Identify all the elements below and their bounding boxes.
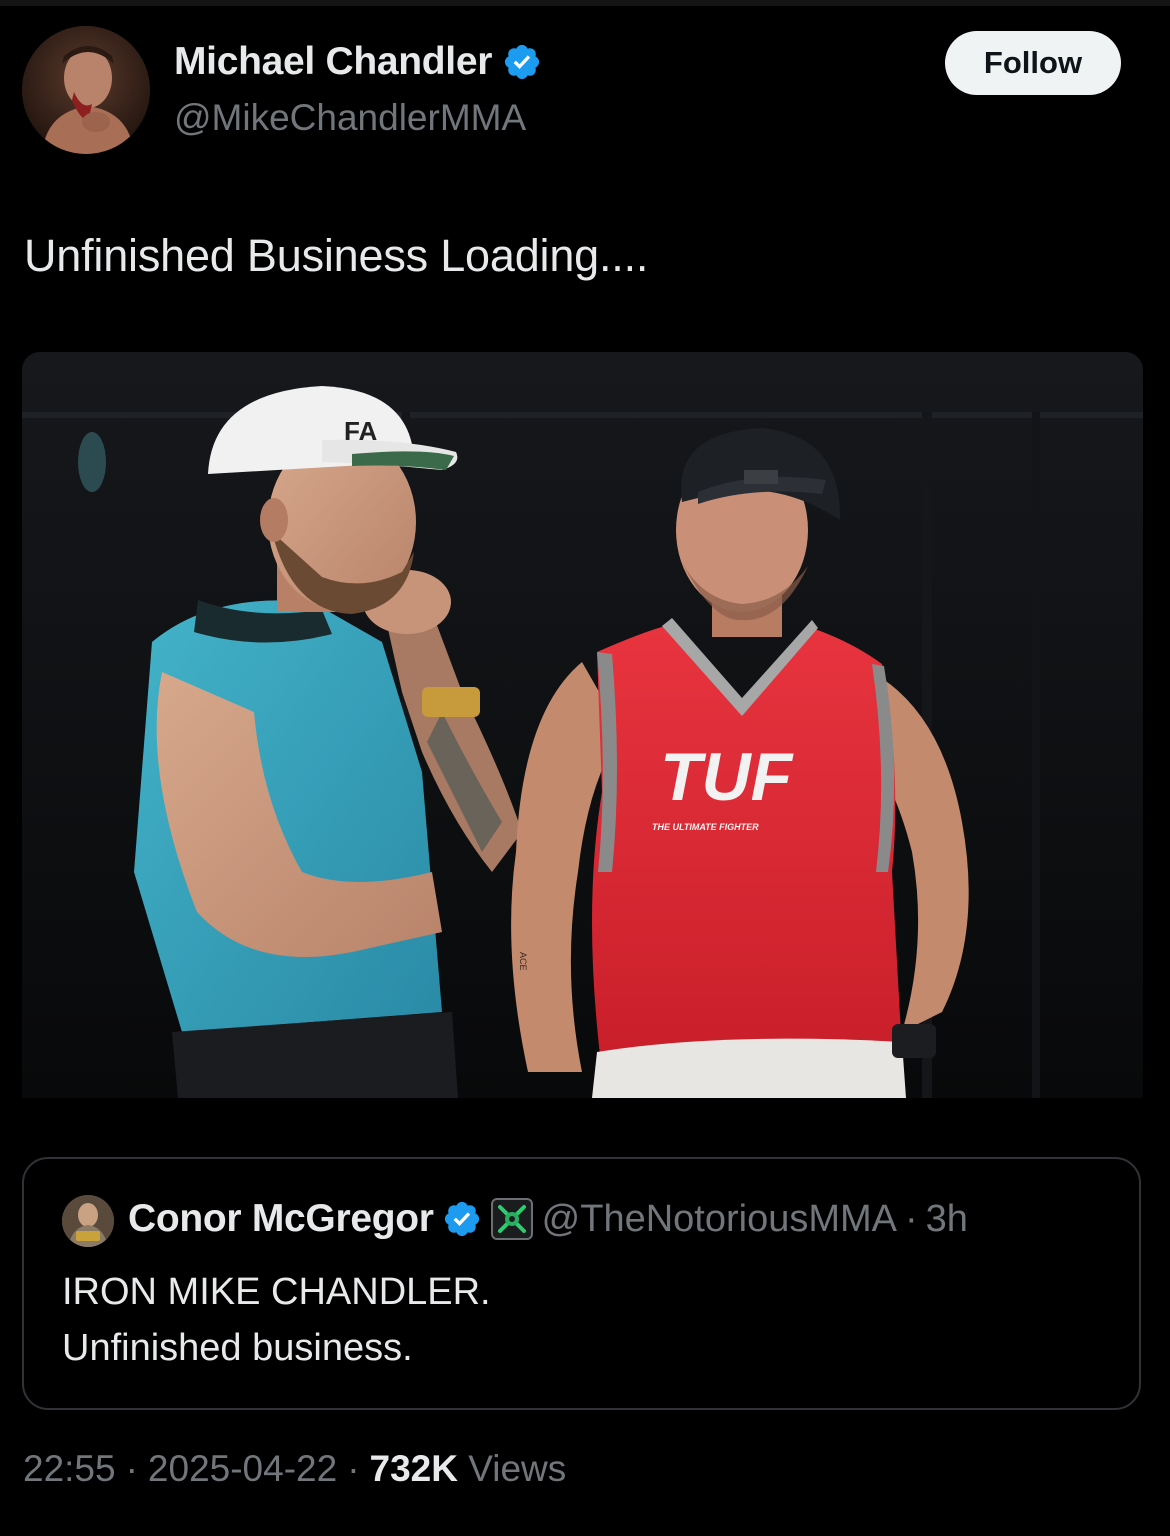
tweet-text: Unfinished Business Loading.... [24,230,649,281]
quote-author-handle[interactable]: @TheNotoriousMMA [542,1198,897,1241]
tweet-date[interactable]: 2025-04-22 [148,1448,337,1490]
quote-author-avatar[interactable] [62,1195,114,1247]
quote-text-line-2: Unfinished business. [62,1327,413,1369]
arm-tattoo-text: ACE [518,952,528,971]
tweet-time[interactable]: 22:55 [23,1448,116,1490]
author-handle[interactable]: @MikeChandlerMMA [174,97,526,139]
quote-text-line-1: IRON MIKE CHANDLER. [62,1271,491,1313]
shirt-subtitle: THE ULTIMATE FIGHTER [652,822,759,832]
quote-header: Conor McGregor @TheNotoriousMMA · 3h [128,1197,968,1241]
quote-separator: · [905,1197,918,1240]
meta-separator-2: · [347,1448,360,1489]
views-label: Views [468,1448,567,1489]
author-name-row: Michael Chandler [174,40,542,84]
follow-button[interactable]: Follow [945,31,1121,95]
views-count: 732K [369,1448,458,1489]
author-avatar[interactable] [22,26,150,154]
verified-badge-icon [505,44,540,80]
cap-text: FA [344,416,377,446]
quote-verified-badge-icon [444,1201,479,1237]
affiliate-badge-icon [490,1198,533,1240]
tweet-meta: 22:55 · 2025-04-22 · 732K Views [23,1448,566,1490]
tweet-media-photo[interactable]: FA TUF THE ULTIMATE FIGHTER ACE [22,352,1143,1098]
quote-timestamp[interactable]: 3h [926,1198,968,1241]
shirt-logo: TUF [660,739,794,815]
author-name[interactable]: Michael Chandler [174,40,492,84]
top-divider [0,0,1170,6]
quote-author-name[interactable]: Conor McGregor [128,1197,434,1241]
meta-separator-1: · [125,1448,138,1489]
quoted-tweet[interactable]: Conor McGregor @TheNotoriousMMA · 3h IRO… [22,1157,1141,1410]
